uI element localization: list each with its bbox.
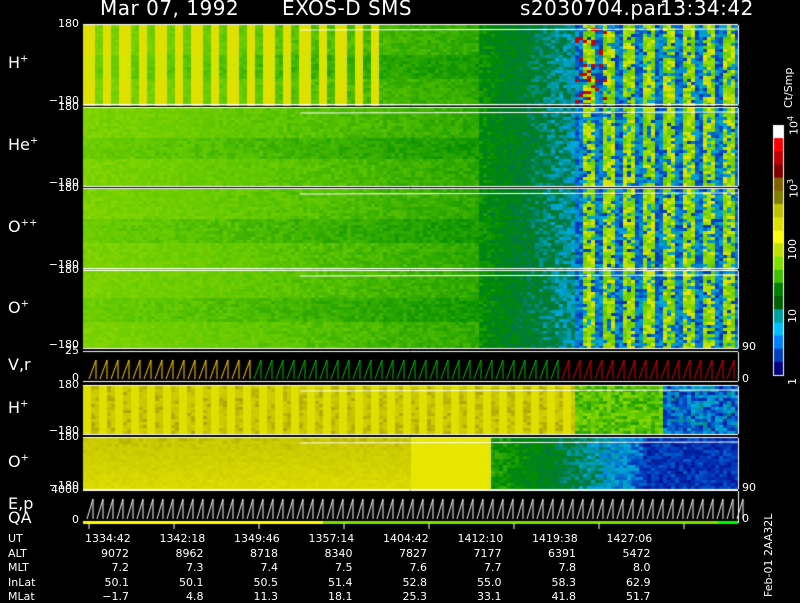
panel-label-0: H+ <box>8 52 29 72</box>
footer-cell: 50.1 <box>179 575 204 589</box>
panel-label-5: H+ <box>8 398 29 417</box>
qa-label: QA <box>8 508 32 527</box>
footer-cell: 5472 <box>622 546 651 560</box>
spectrogram-canvas <box>0 0 800 600</box>
footer-cell: 1357:14 <box>308 532 355 545</box>
footer-cell: 1342:18 <box>159 532 206 545</box>
panel-right-tick-6: 90 <box>742 481 756 494</box>
footer-cell: 7.4 <box>260 561 279 574</box>
footer-cell: 33.1 <box>477 590 502 603</box>
footer-cell: 1334:42 <box>85 532 131 545</box>
footer-cell: 52.8 <box>402 575 428 589</box>
footer-cell: 9072 <box>101 546 129 560</box>
footer-cell: 7.3 <box>186 561 204 574</box>
footer-cell: 50.1 <box>104 575 130 589</box>
panel-label-3: O+ <box>8 297 29 317</box>
footer-row-label: MLat <box>8 590 35 603</box>
footer-row-label: UT <box>8 532 23 545</box>
panel-top-tick-6: 180 <box>58 430 79 443</box>
footer-row-label: ALT <box>8 546 27 560</box>
footer-cell: 7.8 <box>558 561 577 574</box>
panel-label-2: O++ <box>8 216 38 236</box>
panel-top-tick-5: 180 <box>58 378 79 391</box>
panel-top-tick-7: 4000 <box>51 483 79 496</box>
panel-bottom-tick-7: 0 <box>72 513 79 526</box>
panel-label-4: V,r <box>8 355 31 374</box>
footer-cell: 8718 <box>250 546 278 560</box>
side-note: Feb-01 2AA32L <box>762 513 775 597</box>
footer-cell: 18.1 <box>328 590 353 603</box>
panel-top-tick-3: 180 <box>58 263 79 276</box>
footer-cell: 8340 <box>324 546 353 560</box>
panel-label-6: O+ <box>8 451 29 471</box>
footer-cell: 7.2 <box>111 561 130 574</box>
footer-cell: 7.6 <box>409 561 428 574</box>
footer-cell: 6391 <box>548 546 576 560</box>
colorbar-tick-2: 100 <box>786 239 799 260</box>
footer-cell: 51.4 <box>328 575 353 589</box>
footer-cell: 8962 <box>175 546 204 560</box>
footer-cell: 11.3 <box>253 590 279 603</box>
colorbar-tick-3: 10 <box>786 308 799 323</box>
panel-top-tick-1: 180 <box>58 100 79 113</box>
header-time: 13:34:42 <box>660 0 754 20</box>
colorbar-tick-1: 103 <box>786 178 800 198</box>
colorbar-unit: Ct/Smp <box>782 67 795 108</box>
footer-cell: 1419:38 <box>532 532 578 545</box>
footer-cell: 25.3 <box>402 590 428 603</box>
footer-row-label: InLat <box>8 575 36 589</box>
header-instrument: EXOS-D SMS <box>282 0 413 20</box>
footer-cell: 55.0 <box>477 575 502 589</box>
colorbar-tick-4: 1 <box>786 378 799 385</box>
footer-cell: 7.5 <box>335 561 353 574</box>
panel-top-tick-4: 25 <box>65 344 79 357</box>
panel-top-tick-2: 180 <box>58 181 79 194</box>
footer-cell: 62.9 <box>626 575 651 589</box>
colorbar-tick-0: 104 <box>786 115 800 135</box>
footer-cell: 50.5 <box>253 575 279 589</box>
footer-cell: 1404:42 <box>383 532 429 545</box>
footer-cell: 58.3 <box>551 575 577 589</box>
footer-cell: 1412:10 <box>457 532 504 545</box>
panel-top-tick-0: 180 <box>58 17 79 30</box>
panel-right-tick-4: 0 <box>742 372 749 385</box>
panel-label-1: He+ <box>8 135 39 154</box>
footer-cell: 51.7 <box>626 590 651 603</box>
footer-cell: 1349:46 <box>234 532 280 545</box>
footer-cell: 4.8 <box>186 590 204 603</box>
footer-row-label: MLT <box>8 561 29 574</box>
footer-cell: 7.7 <box>484 561 502 574</box>
footer-cell: 1427:06 <box>606 532 653 545</box>
panel-right-tick-3: 90 <box>742 340 756 353</box>
footer-cell: 41.8 <box>551 590 577 603</box>
footer-cell: −1.7 <box>102 590 129 603</box>
footer-cell: 7827 <box>399 546 427 560</box>
panel-right-tick-7: 0 <box>742 512 749 525</box>
footer-cell: 8.0 <box>633 561 651 574</box>
header-file: s2030704.par <box>520 0 666 20</box>
footer-cell: 7177 <box>473 546 502 560</box>
header-date: Mar 07, 1992 <box>100 0 240 20</box>
